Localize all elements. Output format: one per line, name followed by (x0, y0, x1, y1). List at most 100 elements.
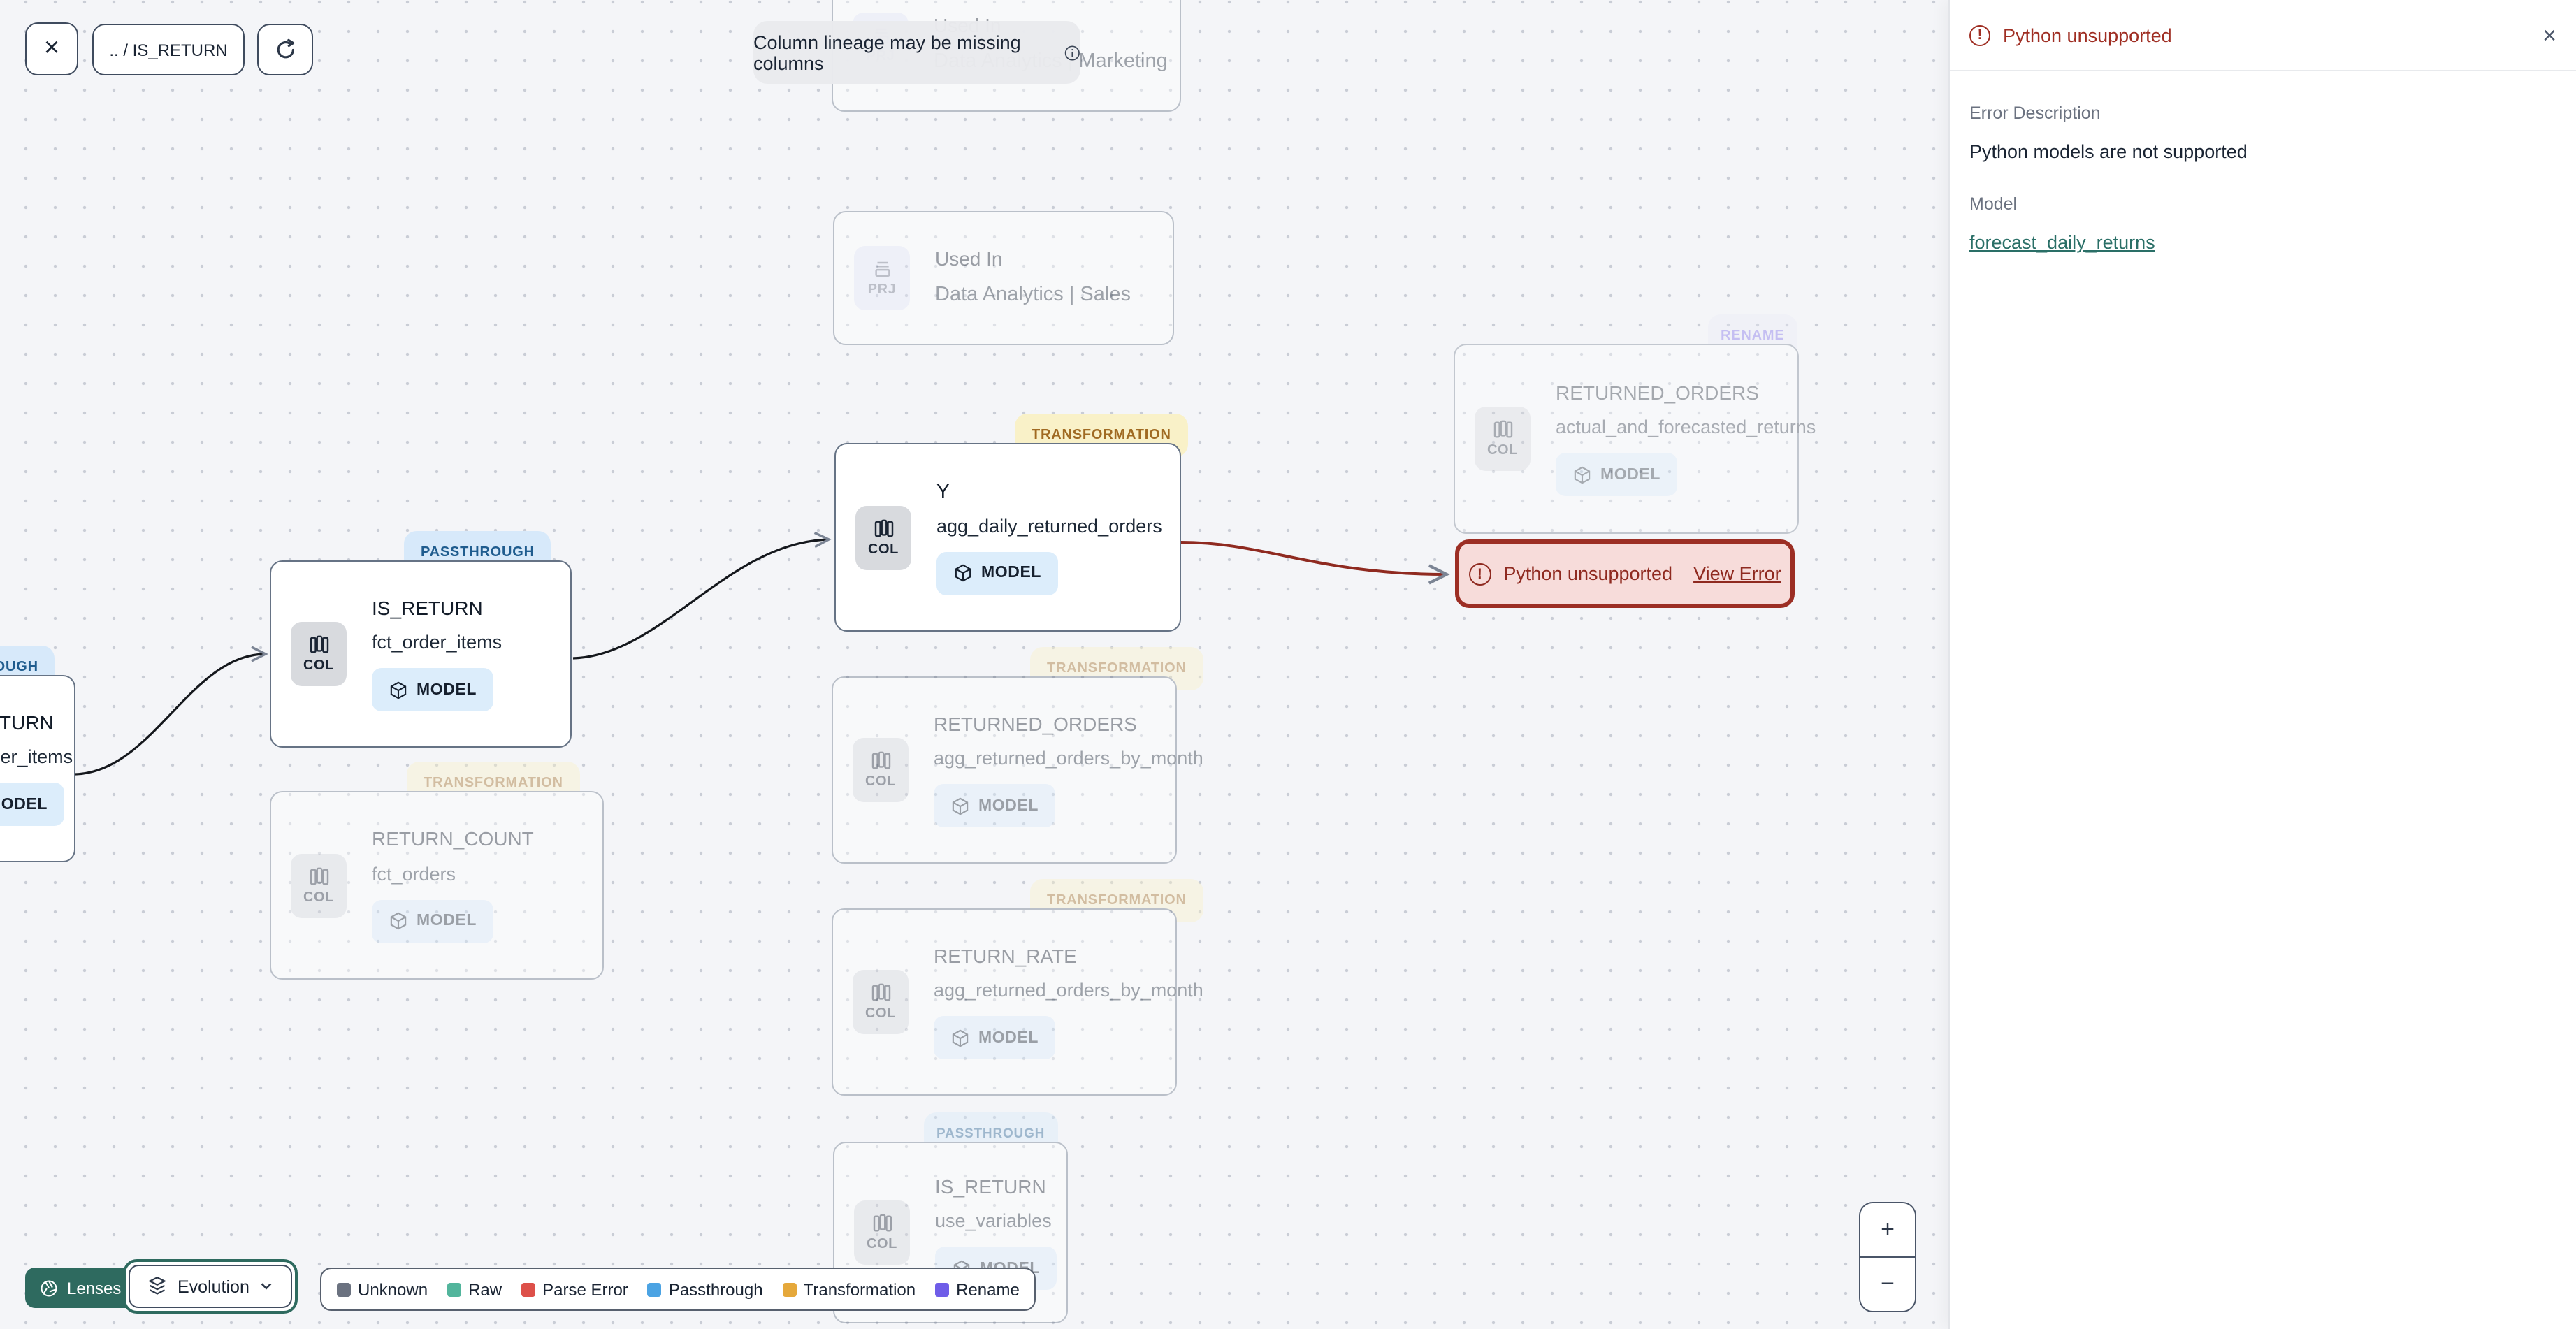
node-subtitle: agg_returned_orders_by_month (934, 748, 1203, 769)
node-returned-orders-actual-and-forecasted[interactable]: RENAME COL RETURNED_ORDERS actual_and_fo… (1454, 314, 1816, 534)
columns-icon (871, 751, 890, 769)
cube-icon (390, 912, 407, 930)
project-icon (874, 261, 890, 277)
columns-icon (874, 518, 893, 537)
panel-title: Python unsupported (2003, 24, 2172, 45)
legend-swatch (782, 1282, 797, 1296)
node-is-return-fct-order-items-offscreen[interactable]: PASSTHROUGH COL IS_RETURN fct_order_item… (0, 646, 75, 862)
lineage-canvas[interactable]: PASSTHROUGH COL IS_RETURN fct_order_item… (0, 0, 1948, 1329)
error-description-label: Error Description (1969, 103, 2101, 123)
lens-select-focus-ring: Evolution (123, 1259, 298, 1314)
node-title: RETURN_RATE (934, 944, 1077, 967)
edge-main (572, 531, 832, 660)
node-title: Used In (935, 247, 1003, 270)
legend-item-transformation: Transformation (782, 1279, 916, 1299)
model-chip[interactable]: MODEL (372, 668, 494, 712)
zoom-out-button[interactable]: − (1860, 1258, 1915, 1311)
node-title: IS_RETURN (0, 711, 54, 734)
cube-icon (952, 1029, 969, 1047)
edge-error (1180, 541, 1450, 585)
cube-icon (955, 564, 971, 582)
zoom-controls: + − (1859, 1202, 1916, 1312)
column-type-chip: COL (854, 1200, 910, 1265)
cube-icon (1574, 465, 1591, 484)
columns-icon (871, 983, 890, 1001)
node-subtitle: fct_order_items (0, 746, 73, 768)
model-chip[interactable]: MODEL (934, 784, 1056, 828)
node-subtitle: agg_returned_orders_by_month (934, 980, 1203, 1001)
error-side-panel: ! Python unsupported × Error Description… (1948, 0, 2576, 1329)
column-type-chip: COL (855, 505, 911, 569)
node-return-count[interactable]: TRANSFORMATION COL RETURN_COUNT fct_orde… (270, 762, 604, 980)
legend-swatch (447, 1282, 462, 1296)
node-y-agg-daily-returned-orders[interactable]: TRANSFORMATION COL Y agg_daily_returned_… (834, 414, 1188, 632)
legend-swatch (521, 1282, 536, 1296)
node-returned-orders-agg-by-month[interactable]: TRANSFORMATION COL RETURNED_ORDERS agg_r… (832, 647, 1203, 864)
column-type-chip: COL (853, 970, 909, 1034)
edge-upstream (75, 646, 268, 776)
panel-close-icon[interactable]: × (2542, 23, 2556, 47)
lenses-button[interactable]: Lenses (25, 1268, 136, 1308)
node-title: RETURN_COUNT (372, 827, 534, 850)
legend-item-unknown: Unknown (337, 1279, 428, 1299)
breadcrumb[interactable]: .. / IS_RETURN (92, 24, 245, 75)
cube-icon (390, 681, 407, 699)
columns-icon (309, 866, 328, 885)
cube-icon (952, 797, 969, 815)
model-link[interactable]: forecast_daily_returns (1969, 232, 2155, 253)
error-description-value: Python models are not supported (1969, 141, 2248, 162)
legend-item-parse-error: Parse Error (521, 1279, 628, 1299)
columns-icon (309, 635, 328, 653)
node-title: Y (936, 479, 950, 502)
error-circle-icon: ! (1969, 24, 1990, 45)
node-subtitle: use_variables (935, 1210, 1052, 1232)
layers-icon (147, 1276, 167, 1295)
zoom-in-button[interactable]: + (1860, 1203, 1915, 1258)
model-label: Model (1969, 194, 2018, 214)
legend-item-raw: Raw (447, 1279, 502, 1299)
column-type-chip: COL (291, 853, 347, 917)
node-subtitle: Data Analytics | Sales (935, 283, 1131, 306)
model-chip[interactable]: MODEL (0, 783, 65, 827)
model-chip[interactable]: MODEL (936, 551, 1059, 595)
chevron-down-icon (261, 1283, 273, 1290)
info-icon[interactable] (1063, 43, 1080, 62)
refresh-icon (276, 38, 294, 59)
edge-kind-legend: Unknown Raw Parse Error Passthrough Tran… (320, 1268, 1036, 1311)
node-subtitle: actual_and_forecasted_returns (1556, 416, 1816, 438)
lenses-icon (41, 1279, 57, 1296)
refresh-button[interactable] (257, 24, 313, 75)
banner-text: Column lineage may be missing columns (753, 31, 1021, 73)
model-chip[interactable]: MODEL (934, 1016, 1056, 1060)
project-type-chip: PRJ (854, 246, 910, 310)
lens-select-button[interactable]: Evolution (129, 1265, 293, 1308)
error-circle-icon: ! (1468, 562, 1491, 585)
column-type-chip: COL (853, 738, 909, 802)
lineage-warning-banner: Column lineage may be missing columns (753, 21, 1080, 84)
legend-swatch (647, 1282, 662, 1296)
legend-item-passthrough: Passthrough (647, 1279, 763, 1299)
column-type-chip: COL (291, 622, 347, 686)
columns-icon (1493, 420, 1512, 438)
panel-header: ! Python unsupported × (1950, 0, 2576, 71)
node-subtitle: fct_order_items (372, 632, 502, 653)
node-return-rate[interactable]: TRANSFORMATION COL RETURN_RATE agg_retur… (832, 879, 1203, 1096)
legend-swatch (935, 1282, 950, 1296)
close-lineage-button[interactable]: × (25, 22, 78, 75)
node-subtitle: fct_orders (372, 863, 456, 885)
legend-item-rename: Rename (935, 1279, 1020, 1299)
lineage-app: PASSTHROUGH COL IS_RETURN fct_order_item… (0, 0, 2576, 1329)
node-used-in-sales[interactable]: PRJ Used In Data Analytics | Sales (833, 211, 1174, 345)
model-chip[interactable]: MODEL (1556, 453, 1678, 497)
node-subtitle: agg_daily_returned_orders (936, 515, 1162, 537)
columns-icon (872, 1214, 892, 1232)
view-error-link[interactable]: View Error (1693, 563, 1781, 584)
node-title: IS_RETURN (372, 596, 483, 619)
node-title: RETURNED_ORDERS (934, 712, 1137, 735)
node-title: IS_RETURN (935, 1175, 1046, 1198)
model-chip[interactable]: MODEL (372, 899, 494, 943)
node-is-return-fct-order-items[interactable]: PASSTHROUGH COL IS_RETURN fct_order_item… (270, 531, 572, 748)
column-type-chip: COL (1475, 407, 1531, 471)
node-python-unsupported-error[interactable]: ! Python unsupported View Error (1455, 539, 1795, 608)
error-node-label: Python unsupported (1503, 563, 1673, 584)
